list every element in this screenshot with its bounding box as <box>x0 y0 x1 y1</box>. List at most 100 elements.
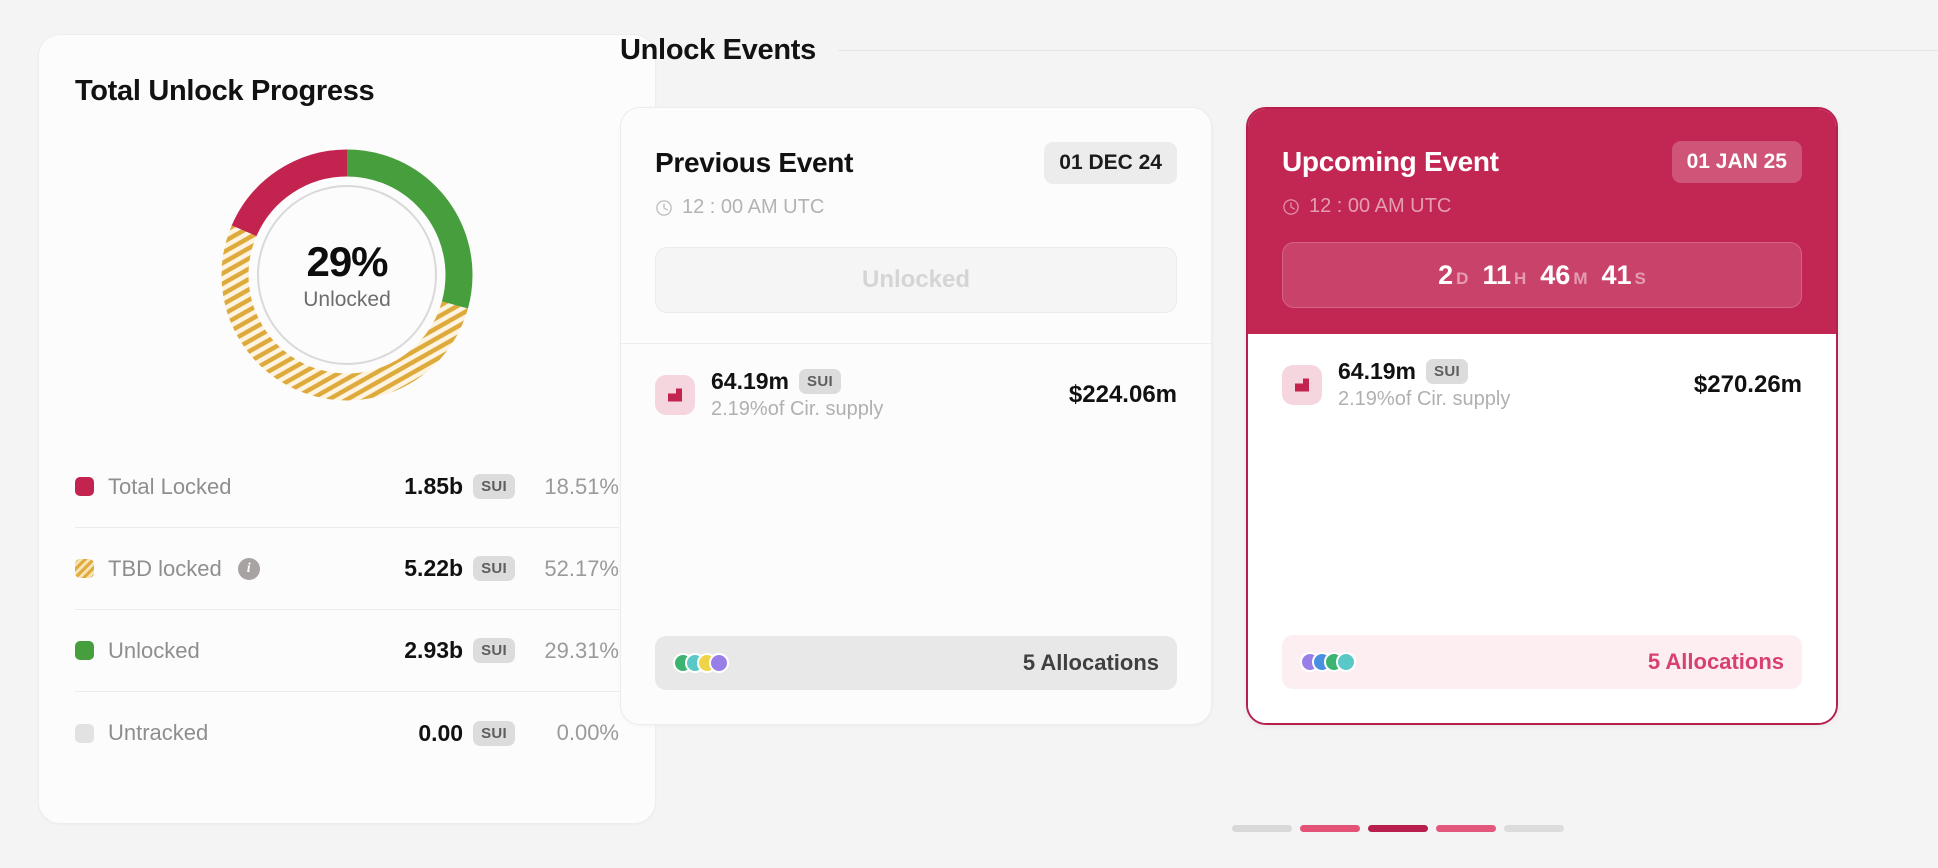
upcoming-event-title-row: Upcoming Event 01 JAN 25 <box>1282 141 1802 183</box>
pagination-bar-4[interactable] <box>1436 825 1496 832</box>
legend: Total Locked 1.85b SUI 18.51% TBD locked… <box>75 446 619 774</box>
info-icon[interactable]: i <box>237 557 260 580</box>
pagination-bar-5[interactable] <box>1504 825 1564 832</box>
allocation-avatars <box>1300 652 1356 672</box>
legend-swatch-icon <box>75 477 94 496</box>
pagination-bar-3-active[interactable] <box>1368 825 1428 832</box>
previous-event-time: 12 : 00 AM UTC <box>682 196 825 218</box>
legend-percent: 18.51% <box>544 473 619 499</box>
token-amount: 64.19m <box>1338 358 1417 384</box>
token-amount: 64.19m <box>711 368 790 394</box>
allocations-label: 5 Allocations <box>1647 649 1784 674</box>
ticker-badge: SUI <box>473 556 515 581</box>
legend-amount: 1.85b <box>404 473 464 499</box>
countdown-minutes-value: 46 <box>1540 259 1571 290</box>
right-panel: Unlock Events Previous Event 01 DEC 24 1… <box>620 0 1938 868</box>
legend-row-unlocked: Unlocked 2.93b SUI 29.31% <box>75 610 619 692</box>
previous-event-title: Previous Event <box>655 147 854 178</box>
countdown-hours-value: 11 <box>1482 259 1511 290</box>
countdown-minutes-unit: M <box>1573 268 1588 288</box>
legend-swatch-icon <box>75 641 94 660</box>
ticker-badge: SUI <box>473 638 515 663</box>
upcoming-event-time: 12 : 00 AM UTC <box>1309 195 1452 217</box>
legend-row-untracked: Untracked 0.00 SUI 0.00% <box>75 692 619 774</box>
legend-row-total-locked: Total Locked 1.85b SUI 18.51% <box>75 446 619 528</box>
left-panel: Total Unlock Progress 29% Unlocked Total… <box>0 0 656 868</box>
sui-token-icon <box>1282 364 1322 405</box>
legend-percent: 0.00% <box>556 720 619 745</box>
page-title: Total Unlock Progress <box>75 75 375 107</box>
upcoming-event-time-row: 12 : 00 AM UTC <box>1282 195 1802 218</box>
previous-event-title-row: Previous Event 01 DEC 24 <box>655 142 1177 184</box>
ticker-badge: SUI <box>473 720 515 746</box>
previous-event-status-badge: Unlocked <box>655 247 1177 313</box>
upcoming-event-token-meta: 64.19m SUI 2.19%of Cir. supply <box>1338 358 1510 411</box>
legend-amount: 0.00 <box>418 719 464 746</box>
previous-event-token-row: 64.19m SUI 2.19%of Cir. supply $224.06m <box>621 344 1211 421</box>
unlock-events-header: Unlock Events <box>620 34 1938 67</box>
donut-inner-ring <box>257 185 437 365</box>
unlock-donut-chart: 29% Unlocked <box>212 140 482 410</box>
upcoming-event-date-badge: 01 JAN 25 <box>1671 141 1802 183</box>
ticker-badge: SUI <box>473 474 515 499</box>
countdown-seconds-value: 41 <box>1601 259 1632 290</box>
countdown-days: 2 D <box>1438 260 1468 291</box>
upcoming-event-allocations-bar[interactable]: 5 Allocations <box>1282 635 1802 689</box>
previous-event-time-row: 12 : 00 AM UTC <box>655 196 1177 219</box>
countdown-minutes: 46 M <box>1540 260 1587 291</box>
previous-event-allocations-bar[interactable]: 5 Allocations <box>655 636 1177 690</box>
token-usd-value: $270.26m <box>1693 370 1802 398</box>
ticker-badge: SUI <box>799 369 841 394</box>
previous-event-footer: 5 Allocations <box>621 636 1211 724</box>
token-glyph-icon <box>1295 378 1309 391</box>
pagination-bar-1[interactable] <box>1232 825 1292 832</box>
previous-event-date-badge: 01 DEC 24 <box>1044 142 1177 184</box>
upcoming-event-body: 64.19m SUI 2.19%of Cir. supply $270.26m <box>1248 334 1836 723</box>
countdown-seconds: 41 S <box>1601 260 1645 291</box>
previous-event-token-meta: 64.19m SUI 2.19%of Cir. supply <box>711 368 883 421</box>
dashboard-page: Total Unlock Progress 29% Unlocked Total… <box>0 0 1938 868</box>
legend-row-tbd-locked: TBD locked i 5.22b SUI 52.17% <box>75 528 619 610</box>
legend-amount: 5.22b <box>404 555 464 581</box>
countdown-hours: 11 H <box>1482 260 1526 291</box>
sui-token-icon <box>655 374 695 415</box>
upcoming-event-footer: 5 Allocations <box>1248 635 1836 723</box>
avatar <box>709 653 729 673</box>
section-title: Unlock Events <box>620 34 816 66</box>
token-glyph-icon <box>668 388 682 401</box>
countdown-days-unit: D <box>1456 268 1469 288</box>
ticker-badge: SUI <box>1426 359 1468 384</box>
legend-swatch-icon <box>75 723 94 743</box>
legend-label: Unlocked <box>108 637 200 663</box>
allocation-avatars <box>673 653 729 673</box>
token-supply-note: 2.19%of Cir. supply <box>711 398 884 420</box>
token-usd-value: $224.06m <box>1068 380 1177 408</box>
legend-swatch-hatched-icon <box>75 559 94 578</box>
token-amount-line: 64.19m SUI <box>1338 358 1510 385</box>
legend-label: TBD locked <box>108 555 222 581</box>
previous-event-header: Previous Event 01 DEC 24 12 : 00 AM UTC <box>621 108 1211 219</box>
token-amount-line: 64.19m SUI <box>711 368 883 395</box>
pagination-bar-2[interactable] <box>1300 825 1360 832</box>
upcoming-event-token-row: 64.19m SUI 2.19%of Cir. supply $270.26m <box>1248 334 1836 411</box>
previous-event-card[interactable]: Previous Event 01 DEC 24 12 : 00 AM UTC … <box>620 107 1212 725</box>
legend-label: Untracked <box>108 720 209 745</box>
token-supply-note: 2.19%of Cir. supply <box>1338 388 1511 410</box>
carousel-pagination[interactable] <box>1232 825 1564 832</box>
legend-percent: 52.17% <box>544 555 619 581</box>
total-unlock-progress-card: Total Unlock Progress 29% Unlocked Total… <box>38 34 656 824</box>
countdown-days-value: 2 <box>1438 259 1454 290</box>
avatar <box>1336 652 1356 672</box>
countdown-timer: 2 D 11 H 46 M 41 S <box>1282 242 1802 308</box>
legend-percent: 29.31% <box>544 637 619 663</box>
clock-icon <box>1283 198 1299 215</box>
upcoming-event-title: Upcoming Event <box>1282 146 1499 177</box>
event-cards-container: Previous Event 01 DEC 24 12 : 00 AM UTC … <box>620 107 1938 725</box>
countdown-hours-unit: H <box>1513 268 1527 288</box>
upcoming-event-card[interactable]: Upcoming Event 01 JAN 25 12 : 00 AM UTC … <box>1246 107 1838 725</box>
legend-label: Total Locked <box>108 473 232 499</box>
allocations-label: 5 Allocations <box>1022 650 1159 675</box>
header-divider <box>837 50 1938 51</box>
donut-slice-tbd-locked <box>221 149 473 401</box>
legend-amount: 2.93b <box>404 637 464 663</box>
